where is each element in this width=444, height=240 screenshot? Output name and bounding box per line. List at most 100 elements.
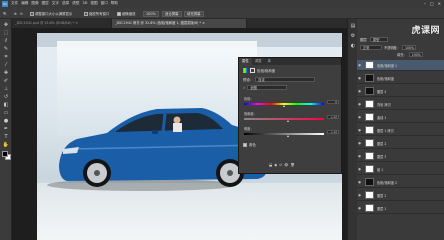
tab-properties[interactable]: 属性: [239, 58, 252, 65]
stamp-tool-icon[interactable]: ⊥: [2, 86, 10, 93]
zoom-out-button[interactable]: ⊖: [20, 10, 23, 17]
hue-value[interactable]: 0: [327, 100, 339, 104]
resize-windows-option[interactable]: 调整窗口大小以满屏显示: [30, 10, 72, 17]
menu-select[interactable]: 选择: [62, 1, 69, 6]
menu-view[interactable]: 视图: [90, 1, 97, 6]
layer-row[interactable]: ● 色相/饱和度: [357, 73, 444, 84]
menu-file[interactable]: 文件: [11, 1, 18, 6]
layer-kind-filter[interactable]: 类型: [369, 37, 388, 42]
menu-filter[interactable]: 滤镜: [72, 1, 79, 6]
fill-screen-button[interactable]: 填充屏幕: [184, 10, 204, 17]
layer-row[interactable]: ● 色相/饱和度 2: [357, 177, 444, 188]
zoom-tool-icon[interactable]: 🔍: [3, 10, 7, 17]
layer-name: 组 1: [377, 167, 384, 172]
saturation-value[interactable]: +12: [327, 115, 339, 119]
scrubby-zoom-option[interactable]: 细微缩放: [117, 10, 136, 17]
tab-dsc1941-copy[interactable]: _DSC1941 拷贝 @ 32.8% (色相/饱和度 1, 图层蒙版/8) *…: [112, 19, 247, 28]
layer-row[interactable]: ● 图层 3: [357, 151, 444, 162]
tab-libraries[interactable]: 库: [265, 58, 274, 65]
gradient-tool-icon[interactable]: ▭: [2, 110, 10, 117]
menu-edit[interactable]: 编辑: [21, 1, 28, 6]
fit-screen-button[interactable]: 适合屏幕: [162, 10, 182, 17]
layer-row[interactable]: ● 色相/饱和度 1: [357, 60, 444, 71]
eye-icon[interactable]: ●: [357, 60, 362, 71]
layer-row[interactable]: ● 组 1: [357, 164, 444, 175]
eye-icon[interactable]: ●: [357, 138, 362, 149]
pen-tool-icon[interactable]: ✒: [2, 126, 10, 133]
menu-type[interactable]: 文字: [52, 1, 59, 6]
hue-slider-thumb[interactable]: [283, 105, 285, 107]
eye-icon[interactable]: ●: [357, 73, 362, 84]
menu-3d[interactable]: 3D: [82, 1, 87, 6]
view-previous-icon[interactable]: ◉: [274, 163, 277, 167]
zoom-all-option[interactable]: 缩放所有窗口: [84, 10, 109, 17]
menu-layer[interactable]: 图层: [42, 1, 49, 6]
eraser-tool-icon[interactable]: ◧: [2, 102, 10, 109]
eye-icon[interactable]: ●: [357, 190, 362, 201]
zoom-all-checkbox[interactable]: [84, 11, 88, 16]
zoom-100-button[interactable]: 100%: [143, 10, 159, 17]
layer-row[interactable]: ● 图层 2: [357, 138, 444, 149]
minimize-icon[interactable]: –: [424, 1, 426, 6]
eye-icon[interactable]: ●: [357, 125, 362, 136]
adjust-panel-icon[interactable]: ◐: [349, 43, 357, 50]
maximize-icon[interactable]: □: [430, 1, 434, 6]
visibility-icon[interactable]: 👁: [284, 163, 288, 167]
eye-icon[interactable]: ●: [357, 177, 362, 188]
lightness-slider-thumb[interactable]: [287, 135, 289, 137]
close-icon[interactable]: ✕: [438, 1, 441, 6]
layer-row[interactable]: ● 图层 4: [357, 86, 444, 97]
preset-select[interactable]: 自定: [255, 77, 316, 82]
properties-panel-icon[interactable]: ⚙: [349, 33, 357, 40]
crop-tool-icon[interactable]: ⌗: [2, 54, 10, 61]
properties-tabs: 属性 调整 库: [239, 58, 341, 65]
foreground-color-swatch[interactable]: [2, 151, 8, 157]
layer-mask-icon[interactable]: [250, 68, 255, 73]
quick-select-tool-icon[interactable]: ✎: [2, 46, 10, 53]
saturation-slider-thumb[interactable]: [287, 120, 289, 122]
clip-to-layer-icon[interactable]: ⬓: [269, 163, 272, 167]
colorize-checkbox[interactable]: [243, 142, 247, 147]
menu-image[interactable]: 图像: [31, 1, 38, 6]
layer-row[interactable]: ● 图层 2: [357, 190, 444, 201]
lightness-value[interactable]: +12: [327, 130, 339, 134]
history-panel-icon[interactable]: ▤: [349, 23, 357, 30]
opacity-field[interactable]: 100%: [401, 45, 416, 50]
marquee-tool-icon[interactable]: ⬚: [2, 30, 10, 37]
eye-icon[interactable]: ●: [357, 86, 362, 97]
menu-window[interactable]: 窗口: [101, 1, 108, 6]
blend-mode-select[interactable]: 正常: [360, 45, 382, 50]
layer-row[interactable]: ● 图层 1 拷贝: [357, 125, 444, 136]
eye-icon[interactable]: ●: [357, 164, 362, 175]
eye-icon[interactable]: ●: [357, 99, 362, 110]
hand-adjust-icon[interactable]: ☝: [243, 86, 245, 90]
eye-icon[interactable]: ●: [357, 151, 362, 162]
channel-select[interactable]: 全图: [247, 85, 288, 90]
eye-icon[interactable]: ●: [357, 203, 362, 214]
tab-adjustments[interactable]: 调整: [252, 58, 265, 65]
move-tool-icon[interactable]: ✥: [2, 22, 10, 29]
reset-icon[interactable]: ↺: [279, 163, 282, 167]
lasso-tool-icon[interactable]: ℓ: [2, 38, 10, 45]
layer-row[interactable]: ● 图层 1: [357, 203, 444, 214]
scrubby-zoom-checkbox[interactable]: [117, 11, 121, 16]
eyedropper-tool-icon[interactable]: ⁄: [2, 62, 10, 69]
brush-tool-icon[interactable]: ✐: [2, 78, 10, 85]
healing-brush-tool-icon[interactable]: ✚: [2, 70, 10, 77]
hand-tool-icon[interactable]: ✋: [2, 142, 10, 149]
layer-thumbnail: [365, 126, 374, 134]
resize-windows-checkbox[interactable]: [30, 11, 34, 16]
layer-row[interactable]: ● 曲线 1: [357, 112, 444, 123]
delete-icon[interactable]: 🗑: [290, 163, 294, 167]
history-brush-tool-icon[interactable]: ↺: [2, 94, 10, 101]
fill-field[interactable]: 100%: [408, 52, 423, 57]
type-tool-icon[interactable]: T: [2, 134, 10, 141]
eye-icon[interactable]: ●: [357, 112, 362, 123]
tab-dsc1941[interactable]: _DSC1941.psd @ 15.6% (RGB/8#) * ×: [12, 19, 112, 28]
saturation-slider[interactable]: [244, 118, 324, 120]
zoom-in-button[interactable]: ⊕: [14, 10, 17, 17]
dodge-tool-icon[interactable]: ●: [2, 118, 10, 125]
layer-row[interactable]: ● 背景 拷贝: [357, 99, 444, 110]
menu-help[interactable]: 帮助: [111, 1, 118, 6]
lightness-slider[interactable]: [244, 133, 324, 135]
